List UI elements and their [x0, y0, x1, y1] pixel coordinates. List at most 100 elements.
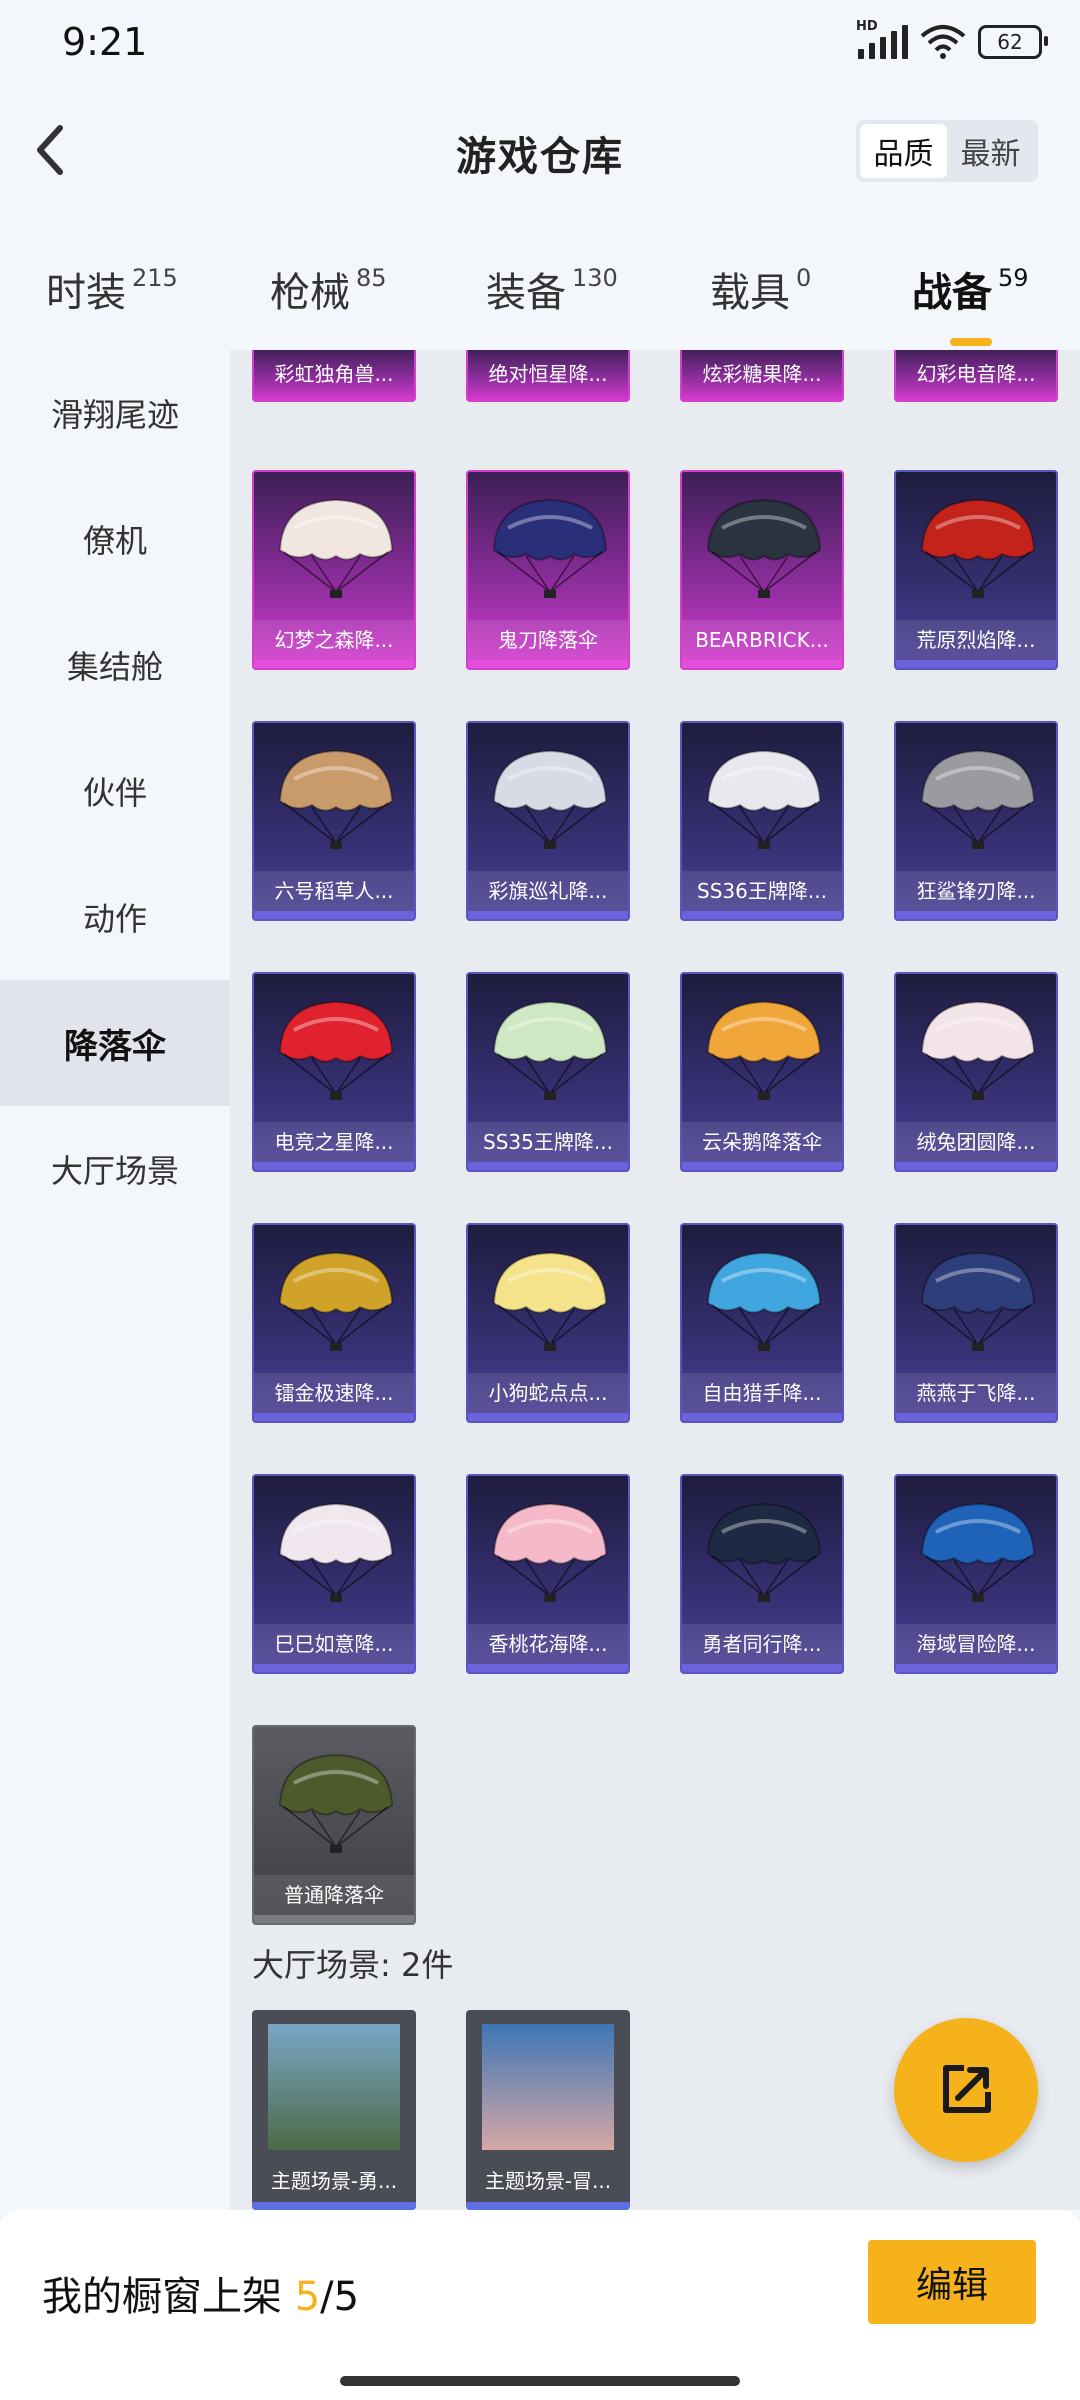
tab-combat-gear[interactable]: 战备 59 — [912, 260, 1029, 346]
signal-icon: HD — [856, 19, 908, 59]
parachute-icon — [706, 498, 822, 598]
parachute-icon — [492, 498, 608, 598]
item-name: 主题场景-勇... — [270, 2169, 398, 2193]
parachute-card[interactable]: 海域冒险降... — [894, 1474, 1058, 1674]
status-time: 9:21 — [62, 20, 148, 64]
sidebar-item-companion[interactable]: 伙伴 — [0, 728, 230, 854]
rarity-bar — [468, 1162, 628, 1170]
parachute-card[interactable]: 燕燕于飞降... — [894, 1223, 1058, 1423]
rarity-bar — [466, 2202, 630, 2210]
rarity-bar — [682, 1664, 842, 1672]
parachute-card[interactable]: 彩旗巡礼降... — [466, 721, 630, 921]
share-button[interactable] — [894, 2018, 1038, 2162]
tab-count: 215 — [132, 264, 178, 292]
parachute-card[interactable]: BEARBRICK... — [680, 470, 844, 670]
item-name: SS35王牌降... — [468, 1122, 628, 1162]
category-tabs: 时装 215 枪械 85 装备 130 载具 0 战备 59 — [0, 240, 1080, 350]
parachute-card[interactable]: SS36王牌降... — [680, 721, 844, 921]
status-icons: HD 62 — [856, 19, 1048, 60]
item-name: BEARBRICK... — [682, 620, 842, 660]
sidebar-item-assembly-pod[interactable]: 集结舱 — [0, 602, 230, 728]
sidebar-item-lobby-scene[interactable]: 大厅场景 — [0, 1106, 230, 1232]
sort-quality-button[interactable]: 品质 — [860, 124, 947, 178]
item-name: 幻梦之森降... — [254, 620, 414, 660]
parachute-card[interactable]: 自由猎手降... — [680, 1223, 844, 1423]
rarity-bar — [896, 1664, 1056, 1672]
rarity-bar — [896, 911, 1056, 919]
parachute-card[interactable]: 镭金极速降... — [252, 1223, 416, 1423]
item-name: 彩虹独角兽... — [274, 362, 394, 386]
parachute-card[interactable]: 普通降落伞 — [252, 1725, 416, 1925]
home-indicator[interactable] — [340, 2376, 740, 2386]
rarity-bar — [682, 911, 842, 919]
item-name: 普通降落伞 — [254, 1875, 414, 1915]
item-name: 绒兔团圆降... — [896, 1122, 1056, 1162]
parachute-card[interactable]: 绒兔团圆降... — [894, 972, 1058, 1172]
tab-label: 装备 — [486, 270, 566, 316]
item-name: 巳巳如意降... — [254, 1624, 414, 1664]
lobby-scene-card[interactable]: 主题场景-冒... — [466, 2010, 630, 2210]
parachute-card[interactable]: 彩虹独角兽... — [252, 350, 416, 402]
item-name: 荒原烈焰降... — [896, 620, 1056, 660]
sort-newest-button[interactable]: 最新 — [947, 124, 1034, 178]
sidebar-item-parachute[interactable]: 降落伞 — [0, 980, 230, 1106]
parachute-card[interactable]: 幻彩电音降... — [894, 350, 1058, 402]
parachute-icon — [278, 1753, 394, 1853]
parachute-card[interactable]: 荒原烈焰降... — [894, 470, 1058, 670]
item-name: 香桃花海降... — [468, 1624, 628, 1664]
parachute-icon — [492, 1502, 608, 1602]
parachute-icon — [706, 749, 822, 849]
rarity-bar — [468, 660, 628, 668]
rarity-bar — [254, 1915, 414, 1923]
parachute-card[interactable]: 幻梦之森降... — [252, 470, 416, 670]
item-name: 六号稻草人... — [254, 871, 414, 911]
parachute-card[interactable]: 炫彩糖果降... — [680, 350, 844, 402]
sidebar-item-glide-trail[interactable]: 滑翔尾迹 — [0, 350, 230, 476]
network-type-label: HD — [856, 19, 878, 34]
sidebar-item-emote[interactable]: 动作 — [0, 854, 230, 980]
item-name: 彩旗巡礼降... — [468, 871, 628, 911]
shelf-label: 我的橱窗上架 — [42, 2274, 282, 2320]
rarity-bar — [896, 1413, 1056, 1421]
tab-weapons[interactable]: 枪械 85 — [270, 260, 387, 318]
tab-equipment[interactable]: 装备 130 — [486, 260, 618, 318]
parachute-card[interactable]: 小狗蛇点点... — [466, 1223, 630, 1423]
item-name: 燕燕于飞降... — [896, 1373, 1056, 1413]
tab-vehicles[interactable]: 载具 0 — [710, 260, 811, 318]
parachute-icon — [278, 1000, 394, 1100]
parachute-card[interactable]: 狂鲨锋刃降... — [894, 721, 1058, 921]
parachute-card[interactable]: SS35王牌降... — [466, 972, 630, 1172]
tab-fashion[interactable]: 时装 215 — [46, 260, 178, 318]
edit-button[interactable]: 编辑 — [868, 2240, 1036, 2324]
parachute-icon — [492, 1251, 608, 1351]
rarity-bar — [682, 1162, 842, 1170]
parachute-card[interactable]: 绝对恒星降... — [466, 350, 630, 402]
tab-count: 85 — [356, 264, 387, 292]
bottom-bar: 我的橱窗上架 5/5 编辑 — [0, 2210, 1080, 2400]
parachute-card[interactable]: 巳巳如意降... — [252, 1474, 416, 1674]
lobby-scene-card[interactable]: 主题场景-勇... — [252, 2010, 416, 2210]
parachute-card[interactable]: 勇者同行降... — [680, 1474, 844, 1674]
parachute-card[interactable]: 香桃花海降... — [466, 1474, 630, 1674]
item-name: 鬼刀降落伞 — [468, 620, 628, 660]
shelf-current: 5 — [294, 2274, 321, 2320]
tab-label: 时装 — [46, 270, 126, 316]
parachute-card[interactable]: 电竞之星降... — [252, 972, 416, 1172]
sidebar-item-wingman[interactable]: 僚机 — [0, 476, 230, 602]
parachute-icon — [492, 1000, 608, 1100]
parachute-icon — [920, 1502, 1036, 1602]
item-name: 狂鲨锋刃降... — [896, 871, 1056, 911]
tab-label: 枪械 — [270, 270, 350, 316]
item-name: 电竞之星降... — [254, 1122, 414, 1162]
parachute-card[interactable]: 六号稻草人... — [252, 721, 416, 921]
parachute-icon — [706, 1251, 822, 1351]
rarity-bar — [254, 911, 414, 919]
parachute-card[interactable]: 鬼刀降落伞 — [466, 470, 630, 670]
sidebar: 滑翔尾迹 僚机 集结舱 伙伴 动作 降落伞 大厅场景 — [0, 350, 230, 2210]
rarity-bar — [254, 660, 414, 668]
parachute-icon — [278, 1502, 394, 1602]
parachute-icon — [920, 498, 1036, 598]
rarity-bar — [468, 1413, 628, 1421]
rarity-bar — [896, 1162, 1056, 1170]
parachute-card[interactable]: 云朵鹅降落伞 — [680, 972, 844, 1172]
